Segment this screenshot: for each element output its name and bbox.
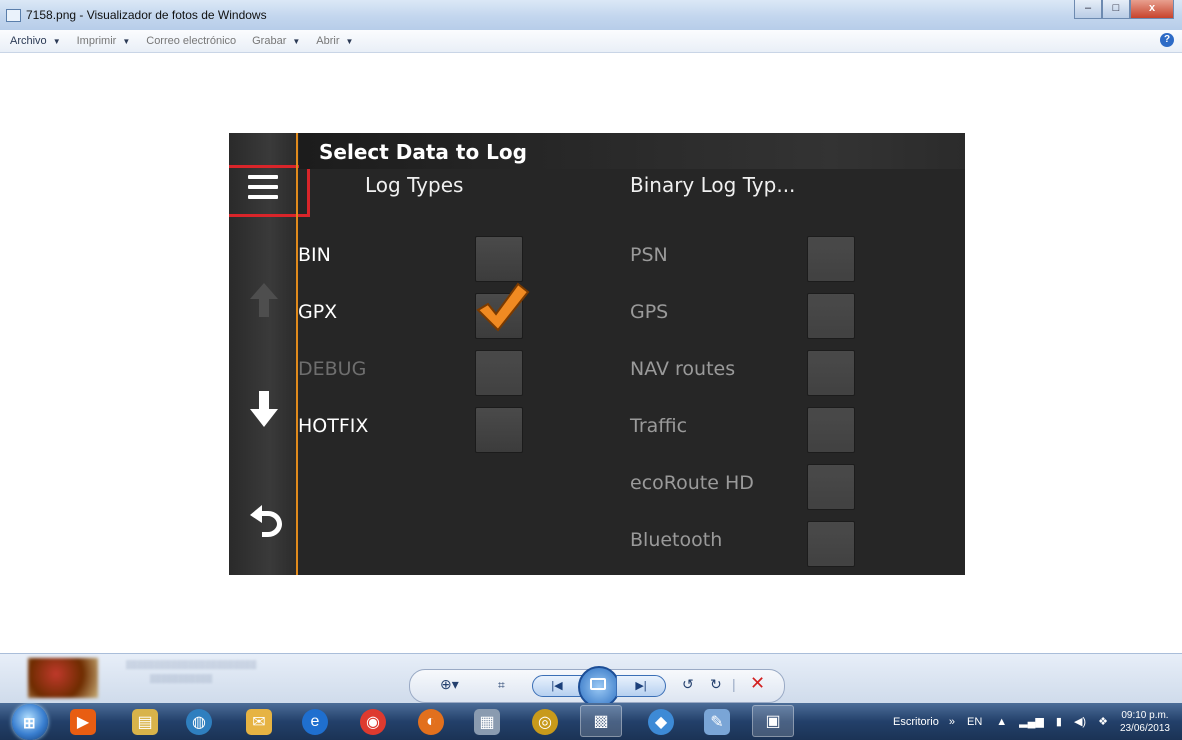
arrow-down-icon[interactable] [250, 391, 278, 433]
paint-icon[interactable]: ✎ [704, 709, 730, 735]
window-titlebar: 7158.png - Visualizador de fotos de Wind… [0, 0, 1182, 30]
network-globe-icon[interactable]: ◍ [186, 709, 212, 735]
log-type-debug-label: DEBUG [298, 358, 367, 380]
photo-gallery-icon: ▩ [593, 713, 609, 730]
file-explorer-icon[interactable]: ▤ [132, 709, 158, 735]
binary-traffic-label: Traffic [630, 415, 688, 437]
clock-date: 23/06/2013 [1119, 722, 1170, 734]
log-type-debug-checkbox [475, 350, 523, 396]
chevron-down-icon: ▼ [122, 36, 131, 46]
sidebar-divider [296, 133, 298, 575]
log-type-gpx-checkbox[interactable] [475, 282, 530, 339]
binary-nav-routes-checkbox [807, 350, 855, 396]
windows-taskbar: ⊞ ▶ ▤ ◍ ✉ e ◉ ◐ ▦ ◎ ▩ ◆ ✎ ▣ Escritorio »… [0, 703, 1182, 740]
fit-window-button[interactable]: ⌗ [498, 678, 505, 693]
log-type-hotfix-label: HOTFIX [298, 415, 369, 437]
show-hidden-icons-icon[interactable]: ▲ [996, 716, 1007, 728]
menu-abrir[interactable]: Abrir ▼ [316, 35, 353, 47]
system-tray: Escritorio » EN ▲ ▂▄▆ ▮ ◀) ❖ 09:10 p.m. … [893, 703, 1182, 740]
playback-controls: ⊕▾ ⌗ |◀ ▶| ↺ ↻ | ✕ [409, 666, 785, 708]
internet-explorer-icon[interactable]: e [302, 709, 328, 735]
windows-logo-icon: ⊞ [23, 715, 36, 732]
chevron-down-icon: ▼ [345, 36, 354, 46]
menu-archivo-label: Archivo [10, 35, 47, 47]
photo-viewer-taskbar-button[interactable]: ▣ [752, 705, 794, 737]
help-icon[interactable]: ? [1160, 33, 1174, 47]
toolbar-chevron-icon[interactable]: » [949, 716, 955, 728]
binary-ecoroute-checkbox [807, 464, 855, 510]
blurred-file-size: ▒▒▒▒▒▒▒▒▒▒▒ [150, 674, 213, 683]
log-type-bin-label: BIN [298, 244, 331, 266]
zoom-button[interactable]: ⊕▾ [440, 676, 459, 693]
binary-nav-routes-label: NAV routes [630, 358, 736, 380]
photo-gallery-taskbar-button[interactable]: ▩ [580, 705, 622, 737]
language-indicator[interactable]: EN [967, 716, 982, 728]
binary-gps-label: GPS [630, 301, 669, 323]
binary-psn-label: PSN [630, 244, 668, 266]
slideshow-icon [590, 678, 606, 690]
device-sidebar [229, 133, 310, 575]
mail-icon[interactable]: ✉ [246, 709, 272, 735]
binary-psn-checkbox [807, 236, 855, 282]
log-type-gpx-label: GPX [298, 301, 338, 323]
power-icon[interactable]: ▮ [1056, 715, 1062, 728]
start-button[interactable]: ⊞ [12, 704, 48, 740]
clock[interactable]: 09:10 p.m. 23/06/2013 [1120, 709, 1170, 735]
binary-bluetooth-label: Bluetooth [630, 529, 723, 551]
menu-bar: Archivo ▼ Imprimir ▼ Correo electrónico Gr… [0, 30, 1182, 53]
window-title: 7158.png - Visualizador de fotos de Wind… [26, 8, 267, 22]
menu-abrir-label: Abrir [316, 35, 340, 47]
location-app-icon[interactable]: ◆ [648, 709, 674, 735]
blurred-capture-date: ▒▒▒▒▒▒▒▒▒▒▒▒▒▒▒▒▒▒▒▒▒▒▒ [126, 660, 257, 669]
separator: | [732, 676, 736, 692]
menu-imprimir-label: Imprimir [76, 35, 117, 47]
log-types-header: Log Types [365, 173, 464, 197]
close-button[interactable]: x [1130, 0, 1174, 19]
signal-icon[interactable]: ▂▄▆ [1019, 715, 1044, 728]
next-button[interactable]: ▶| [616, 675, 666, 697]
menu-grabar[interactable]: Grabar ▼ [252, 35, 300, 47]
rotate-ccw-button[interactable]: ↺ [682, 676, 694, 693]
calculator-icon[interactable]: ▦ [474, 709, 500, 735]
image-thumbnail [28, 658, 98, 698]
menu-correo-label: Correo electrónico [146, 35, 237, 47]
slideshow-button[interactable] [578, 666, 620, 708]
device-header: Select Data to Log [299, 133, 965, 169]
minimize-button[interactable]: – [1074, 0, 1102, 19]
binary-log-types-header: Binary Log Typ... [630, 173, 796, 197]
arrow-up-icon[interactable] [250, 283, 278, 323]
dropbox-icon[interactable]: ❖ [1098, 715, 1108, 728]
chevron-down-icon: ▼ [52, 36, 61, 46]
device-screen: Select Data to Log Log Types Binary Log … [229, 133, 965, 575]
photo-viewer-app-icon [6, 9, 21, 22]
desktop-toolbar-label[interactable]: Escritorio [893, 716, 939, 728]
menu-imprimir[interactable]: Imprimir ▼ [77, 35, 131, 47]
menu-grabar-label: Grabar [252, 35, 287, 47]
clock-time: 09:10 p.m. [1121, 709, 1169, 721]
chrome-icon[interactable]: ◉ [360, 709, 386, 735]
viewer-control-strip: ▒▒▒▒▒▒▒▒▒▒▒▒▒▒▒▒▒▒▒▒▒▒▒ ▒▒▒▒▒▒▒▒▒▒▒ ⊕▾ ⌗… [0, 653, 1182, 708]
chevron-down-icon: ▼ [292, 36, 301, 46]
volume-icon[interactable]: ◀) [1074, 715, 1086, 728]
rotate-cw-button[interactable]: ↻ [710, 676, 722, 693]
binary-traffic-checkbox [807, 407, 855, 453]
log-type-hotfix-checkbox[interactable] [475, 407, 523, 453]
menu-archivo[interactable]: Archivo ▼ [10, 35, 61, 47]
previous-button[interactable]: |◀ [532, 675, 582, 697]
photo-viewer-icon: ▣ [765, 713, 781, 730]
delete-button[interactable]: ✕ [750, 673, 765, 694]
back-icon[interactable] [246, 501, 286, 547]
checkmark-icon [476, 282, 530, 332]
media-player-icon[interactable]: ▶ [70, 709, 96, 735]
page-title: Select Data to Log [319, 140, 527, 164]
menu-correo[interactable]: Correo electrónico [146, 35, 236, 47]
binary-bluetooth-checkbox [807, 521, 855, 567]
binary-gps-checkbox [807, 293, 855, 339]
binary-ecoroute-label: ecoRoute HD [630, 472, 754, 494]
firefox-icon[interactable]: ◐ [418, 709, 444, 735]
log-type-bin-checkbox[interactable] [475, 236, 523, 282]
maximize-button[interactable]: □ [1102, 0, 1130, 19]
app-target-icon[interactable]: ◎ [532, 709, 558, 735]
